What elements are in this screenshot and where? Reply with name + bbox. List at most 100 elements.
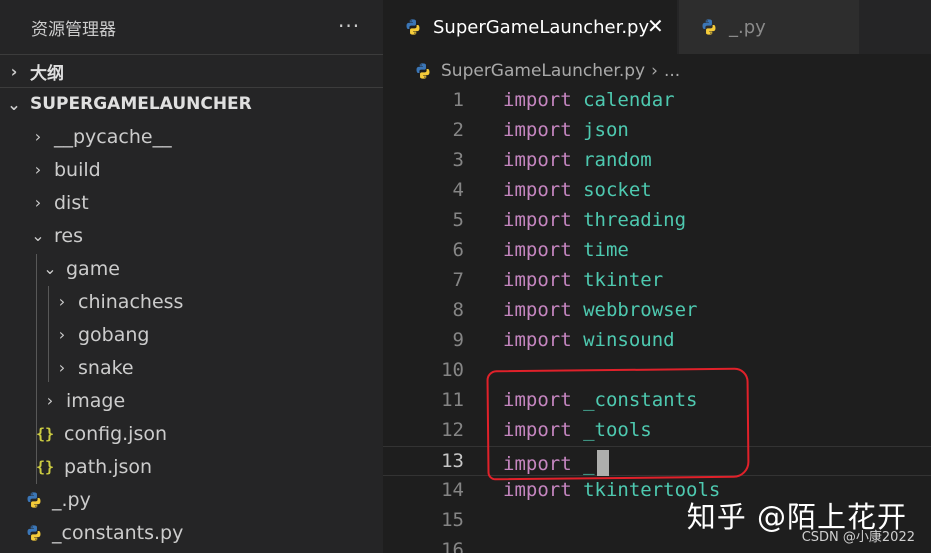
tree-folder[interactable]: › snake xyxy=(0,351,383,384)
tree-folder[interactable]: › gobang xyxy=(0,318,383,351)
code-text: import socket xyxy=(503,179,652,201)
indent-guide xyxy=(36,254,37,484)
python-file-icon xyxy=(24,524,44,542)
close-icon[interactable]: ✕ xyxy=(647,14,664,38)
code-text: import tkinter xyxy=(503,269,663,291)
code-line[interactable]: 9 import winsound xyxy=(383,326,931,356)
tree-item-label: path.json xyxy=(64,455,153,478)
tree-item-label: config.json xyxy=(64,422,168,445)
breadcrumb-file[interactable]: SuperGameLauncher.py xyxy=(441,61,645,81)
indent-guide xyxy=(48,286,49,382)
code-line[interactable]: 7 import tkinter xyxy=(383,266,931,296)
tree-file[interactable]: {} path.json xyxy=(0,450,383,483)
explorer-sidebar: 资源管理器 ··· › 大纲 ⌄ SUPERGAMELAUNCHER › __py… xyxy=(0,0,383,553)
outline-section-header[interactable]: › 大纲 xyxy=(0,54,383,87)
explorer-title: 资源管理器 xyxy=(31,19,116,40)
module-token: calendar xyxy=(583,89,675,111)
line-number: 8 xyxy=(452,299,464,321)
code-line[interactable]: 4 import socket xyxy=(383,176,931,206)
line-number: 5 xyxy=(452,209,464,231)
code-line[interactable]: 3 import random xyxy=(383,146,931,176)
chevron-right-icon: › xyxy=(34,160,42,179)
annotation-highlight-box xyxy=(486,367,750,481)
chevron-right-icon: › xyxy=(46,391,54,410)
code-line[interactable]: 5 import threading xyxy=(383,206,931,236)
code-line[interactable]: 2 import json xyxy=(383,116,931,146)
tree-file[interactable]: {} config.json xyxy=(0,417,383,450)
chevron-down-icon: ⌄ xyxy=(43,259,57,278)
tree-item-label: game xyxy=(66,257,120,280)
breadcrumb-more[interactable]: ... xyxy=(664,61,680,81)
chevron-right-icon: › xyxy=(58,292,66,311)
breadcrumb: SuperGameLauncher.py › ... xyxy=(413,58,680,84)
breadcrumb-separator: › xyxy=(651,61,658,81)
tree-folder[interactable]: › image xyxy=(0,384,383,417)
module-token: winsound xyxy=(583,329,675,351)
code-text: import winsound xyxy=(503,329,675,351)
code-line[interactable]: 8 import webbrowser xyxy=(383,296,931,326)
chevron-right-icon: › xyxy=(34,127,42,146)
python-file-icon xyxy=(403,18,423,36)
watermark-csdn: CSDN @小康2022 xyxy=(801,530,915,545)
file-tree: › __pycache__ › build › dist ⌄ res ⌄ game › chinach… xyxy=(0,120,383,549)
line-number: 12 xyxy=(441,419,464,441)
module-token: random xyxy=(583,149,652,171)
tree-file[interactable]: _.py xyxy=(0,483,383,516)
keyword-token: import xyxy=(503,299,572,321)
line-number: 3 xyxy=(452,149,464,171)
tree-folder[interactable]: › dist xyxy=(0,186,383,219)
tab-supergamelauncher[interactable]: SuperGameLauncher.py ✕ xyxy=(383,0,677,54)
keyword-token: import xyxy=(503,329,572,351)
line-number: 6 xyxy=(452,239,464,261)
module-token: time xyxy=(583,239,629,261)
code-text: import calendar xyxy=(503,89,675,111)
tree-item-label: image xyxy=(66,389,126,412)
chevron-down-icon: ⌄ xyxy=(7,94,21,114)
code-text: import json xyxy=(503,119,629,141)
tree-item-label: build xyxy=(54,158,101,181)
keyword-token: import xyxy=(503,119,572,141)
tree-item-label: res xyxy=(54,224,83,247)
code-line[interactable]: 6 import time xyxy=(383,236,931,266)
tree-item-label: chinachess xyxy=(78,290,184,313)
keyword-token: import xyxy=(503,179,572,201)
line-number: 14 xyxy=(441,479,464,501)
line-number: 13 xyxy=(441,450,464,472)
code-line[interactable]: 1 import calendar xyxy=(383,86,931,116)
line-number: 11 xyxy=(441,389,464,411)
chevron-down-icon: ⌄ xyxy=(31,226,45,245)
tree-folder[interactable]: ⌄ game xyxy=(0,252,383,285)
code-text: import webbrowser xyxy=(503,299,697,321)
outline-label: 大纲 xyxy=(30,63,64,84)
line-number: 9 xyxy=(452,329,464,351)
chevron-right-icon: › xyxy=(58,325,66,344)
module-token: json xyxy=(583,119,629,141)
tree-item-label: _constants.py xyxy=(52,521,184,544)
tree-folder[interactable]: › chinachess xyxy=(0,285,383,318)
tree-item-label: __pycache__ xyxy=(54,125,172,148)
json-file-icon: {} xyxy=(36,457,55,476)
module-token: webbrowser xyxy=(583,299,698,321)
json-file-icon: {} xyxy=(36,424,55,443)
tab-label: SuperGameLauncher.py xyxy=(433,16,650,38)
code-text: import time xyxy=(503,239,629,261)
keyword-token: import xyxy=(503,149,572,171)
tree-folder[interactable]: › __pycache__ xyxy=(0,120,383,153)
tab-underscore-py[interactable]: _.py xyxy=(679,0,859,54)
tree-folder[interactable]: › build xyxy=(0,153,383,186)
more-actions-icon[interactable]: ··· xyxy=(338,14,360,38)
chevron-right-icon: › xyxy=(34,193,42,212)
tree-item-label: _.py xyxy=(52,488,91,511)
tree-folder[interactable]: ⌄ res xyxy=(0,219,383,252)
code-text: import random xyxy=(503,149,652,171)
keyword-token: import xyxy=(503,239,572,261)
chevron-right-icon: › xyxy=(58,358,66,377)
tree-file[interactable]: _constants.py xyxy=(0,516,383,549)
module-token: socket xyxy=(583,179,652,201)
tab-bar: SuperGameLauncher.py ✕ _.py xyxy=(383,0,931,54)
project-section-header[interactable]: ⌄ SUPERGAMELAUNCHER xyxy=(0,87,383,120)
tree-item-label: dist xyxy=(54,191,89,214)
line-number: 4 xyxy=(452,179,464,201)
tree-item-label: gobang xyxy=(78,323,150,346)
keyword-token: import xyxy=(503,89,572,111)
